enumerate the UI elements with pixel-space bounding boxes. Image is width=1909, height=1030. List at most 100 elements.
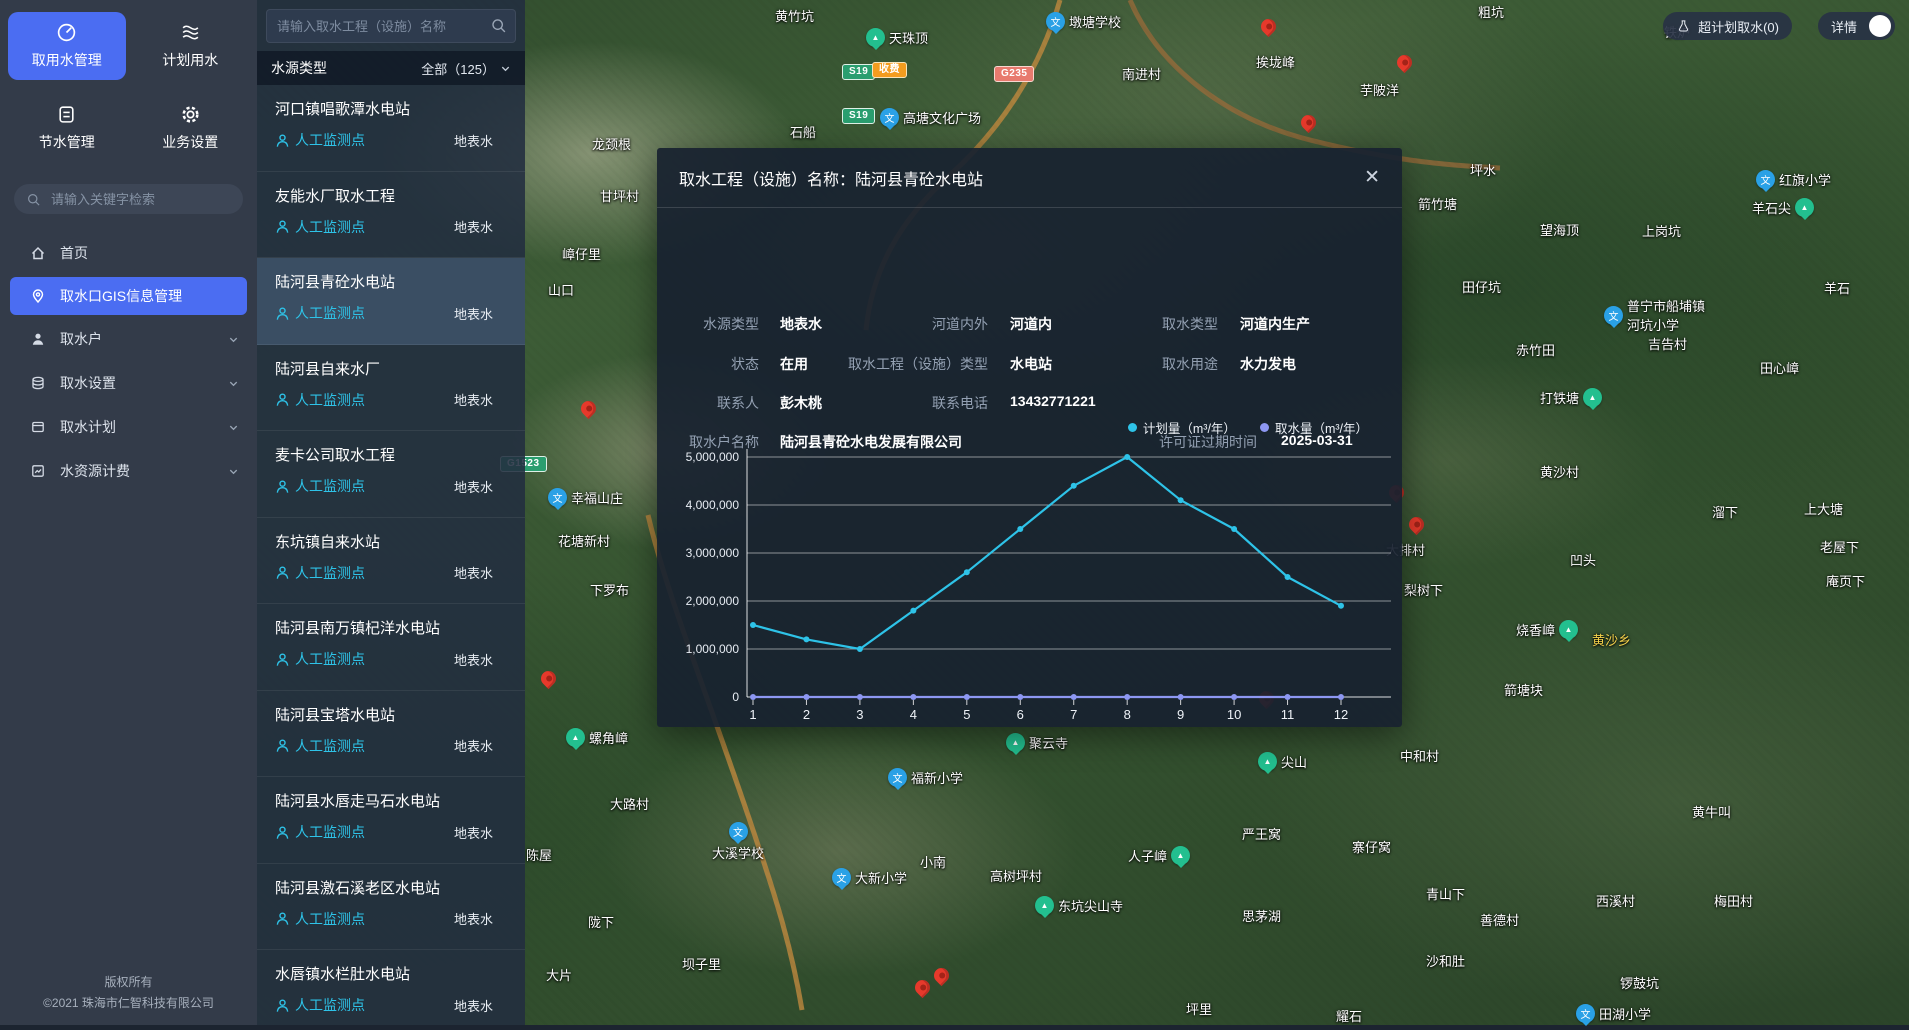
tab-water-intake-management[interactable]: 取用水管理 bbox=[8, 12, 126, 80]
monitor-type: 人工监测点 bbox=[275, 303, 365, 323]
scenic-pin-icon[interactable]: ▲ bbox=[1583, 388, 1602, 407]
tab-planned-water-use[interactable]: 计划用水 bbox=[132, 12, 250, 80]
station-list-item[interactable]: 陆河县南万镇杞洋水电站人工监测点 地表水 bbox=[257, 604, 525, 691]
station-list-item[interactable]: 东坑镇自来水站人工监测点地表水 bbox=[257, 518, 525, 605]
map-poi: 文大新小学 bbox=[832, 868, 907, 887]
svg-text:8: 8 bbox=[1124, 707, 1131, 722]
scenic-pin-icon[interactable]: ▲ bbox=[566, 728, 585, 747]
database-icon bbox=[30, 375, 46, 391]
scenic-pin-icon[interactable]: ▲ bbox=[1795, 198, 1814, 217]
flask-icon bbox=[1676, 19, 1691, 34]
station-list-item[interactable]: 麦卡公司取水工程人工监测点地表水 bbox=[257, 431, 525, 518]
map-place-label: 耀石 bbox=[1336, 1006, 1362, 1025]
station-search-input[interactable] bbox=[266, 9, 516, 43]
map-place-label: 锣鼓坑 bbox=[1620, 973, 1659, 992]
school-pin-icon[interactable]: 文 bbox=[832, 868, 851, 887]
map-poi-label: 墩塘学校 bbox=[1069, 12, 1121, 31]
map-place-label: 箭塘块 bbox=[1504, 680, 1543, 699]
station-list-item[interactable]: 水唇镇水栏肚水电站人工监测点地表水 bbox=[257, 950, 525, 1025]
map-poi: ▲尖山 bbox=[1258, 752, 1307, 771]
scenic-pin-icon[interactable]: ▲ bbox=[1006, 733, 1025, 752]
map-place-label: 陇下 bbox=[588, 912, 614, 931]
station-list-item[interactable]: 陆河县宝塔水电站人工监测点地表水 bbox=[257, 691, 525, 778]
station-list-item[interactable]: 陆河县自来水厂人工监测点地表水 bbox=[257, 345, 525, 432]
map-place-label: 望海顶 bbox=[1540, 220, 1579, 239]
water-source-type: 地表水 bbox=[454, 650, 507, 669]
over-plan-water-button[interactable]: 超计划取水(0) bbox=[1663, 12, 1792, 40]
field-value: 彭木桃 bbox=[780, 393, 822, 413]
sidebar-item-gis-management[interactable]: 取水口GIS信息管理 bbox=[10, 277, 247, 315]
map-place-label: 羊石 bbox=[1824, 278, 1850, 297]
map-poi-label: 大新小学 bbox=[855, 868, 907, 887]
map-place-label: 芋陂洋 bbox=[1360, 80, 1399, 99]
tab-water-saving-management[interactable]: 节水管理 bbox=[8, 94, 126, 162]
sidebar-item-water-users[interactable]: 取水户 bbox=[0, 318, 257, 360]
person-icon bbox=[275, 306, 290, 321]
station-list-item[interactable]: 陆河县激石溪老区水电站人工监测点地表水 bbox=[257, 864, 525, 951]
person-icon bbox=[275, 652, 290, 667]
monitor-type: 人工监测点 bbox=[275, 217, 365, 237]
search-icon[interactable] bbox=[490, 17, 507, 34]
scenic-pin-icon[interactable]: ▲ bbox=[1035, 896, 1054, 915]
tile-label: 节水管理 bbox=[39, 132, 95, 152]
school-pin-icon[interactable]: 文 bbox=[729, 822, 748, 841]
person-icon bbox=[275, 133, 290, 148]
station-list: 河口镇唱歌潭水电站人工监测点地表水友能水厂取水工程人工监测点地表水陆河县青砼水电… bbox=[257, 85, 525, 1025]
filter-label: 水源类型 bbox=[271, 58, 327, 78]
school-pin-icon[interactable]: 文 bbox=[880, 108, 899, 127]
road-badge: S19 bbox=[842, 108, 875, 124]
sidebar-item-water-billing[interactable]: 水资源计费 bbox=[0, 450, 257, 492]
scenic-pin-icon[interactable]: ▲ bbox=[1559, 620, 1578, 639]
map-place-label: 上岗坑 bbox=[1642, 221, 1681, 240]
sidebar-item-home[interactable]: 首页 bbox=[0, 232, 257, 274]
station-list-item[interactable]: 河口镇唱歌潭水电站人工监测点地表水 bbox=[257, 85, 525, 172]
monitor-type: 人工监测点 bbox=[275, 649, 365, 669]
station-name: 陆河县南万镇杞洋水电站 bbox=[275, 617, 507, 638]
station-name: 陆河县激石溪老区水电站 bbox=[275, 877, 507, 898]
tile-label: 取用水管理 bbox=[32, 50, 102, 70]
map-place-label: 赤竹田 bbox=[1516, 340, 1555, 359]
keyword-search-input[interactable] bbox=[49, 191, 231, 208]
toggle-knob[interactable] bbox=[1869, 15, 1891, 37]
gauge-icon bbox=[56, 22, 77, 43]
sidebar-menu: 首页 取水口GIS信息管理 取水户 取水设置 取水计划 bbox=[0, 232, 257, 492]
detail-toggle-label: 详情 bbox=[1831, 17, 1857, 36]
school-pin-icon[interactable]: 文 bbox=[888, 768, 907, 787]
map-poi-label: 红旗小学 bbox=[1779, 170, 1831, 189]
station-list-item[interactable]: 友能水厂取水工程人工监测点地表水 bbox=[257, 172, 525, 259]
svg-text:12: 12 bbox=[1334, 707, 1348, 722]
svg-text:2,000,000: 2,000,000 bbox=[686, 594, 740, 608]
field-label: 联系电话 bbox=[932, 393, 988, 413]
source-type-filter[interactable]: 水源类型 全部（125） bbox=[257, 51, 525, 85]
school-pin-icon[interactable]: 文 bbox=[1576, 1004, 1595, 1023]
svg-text:0: 0 bbox=[732, 690, 739, 704]
school-pin-icon[interactable]: 文 bbox=[1756, 170, 1775, 189]
station-name: 东坑镇自来水站 bbox=[275, 531, 507, 552]
person-icon bbox=[275, 738, 290, 753]
tile-label: 计划用水 bbox=[162, 50, 218, 70]
detail-toggle[interactable]: 详情 bbox=[1818, 12, 1895, 40]
document-icon bbox=[56, 104, 77, 125]
person-icon bbox=[275, 911, 290, 926]
keyword-search bbox=[14, 184, 243, 214]
scenic-pin-icon[interactable]: ▲ bbox=[866, 28, 885, 47]
scenic-pin-icon[interactable]: ▲ bbox=[1258, 752, 1277, 771]
map-place-label: 箭竹塘 bbox=[1418, 194, 1457, 213]
sidebar-item-intake-settings[interactable]: 取水设置 bbox=[0, 362, 257, 404]
school-pin-icon[interactable]: 文 bbox=[548, 488, 567, 507]
close-icon[interactable]: ✕ bbox=[1364, 168, 1380, 187]
scenic-pin-icon[interactable]: ▲ bbox=[1171, 846, 1190, 865]
monitor-type: 人工监测点 bbox=[275, 995, 365, 1015]
map-poi: 文高塘文化广场 bbox=[880, 108, 981, 127]
station-list-item[interactable]: 陆河县水唇走马石水电站人工监测点地表水 bbox=[257, 777, 525, 864]
map-poi: ▲聚云寺 bbox=[1006, 733, 1068, 752]
sidebar-item-intake-plan[interactable]: 取水计划 bbox=[0, 406, 257, 448]
station-list-item[interactable]: 陆河县青砼水电站人工监测点地表水 bbox=[257, 258, 525, 345]
school-pin-icon[interactable]: 文 bbox=[1604, 306, 1623, 325]
tab-business-settings[interactable]: 业务设置 bbox=[132, 94, 250, 162]
map-poi-label: 东坑尖山寺 bbox=[1058, 896, 1123, 915]
location-pin-icon bbox=[30, 288, 46, 304]
road-badge: 收费 bbox=[872, 62, 907, 78]
water-source-type: 地表水 bbox=[454, 996, 507, 1015]
school-pin-icon[interactable]: 文 bbox=[1046, 12, 1065, 31]
